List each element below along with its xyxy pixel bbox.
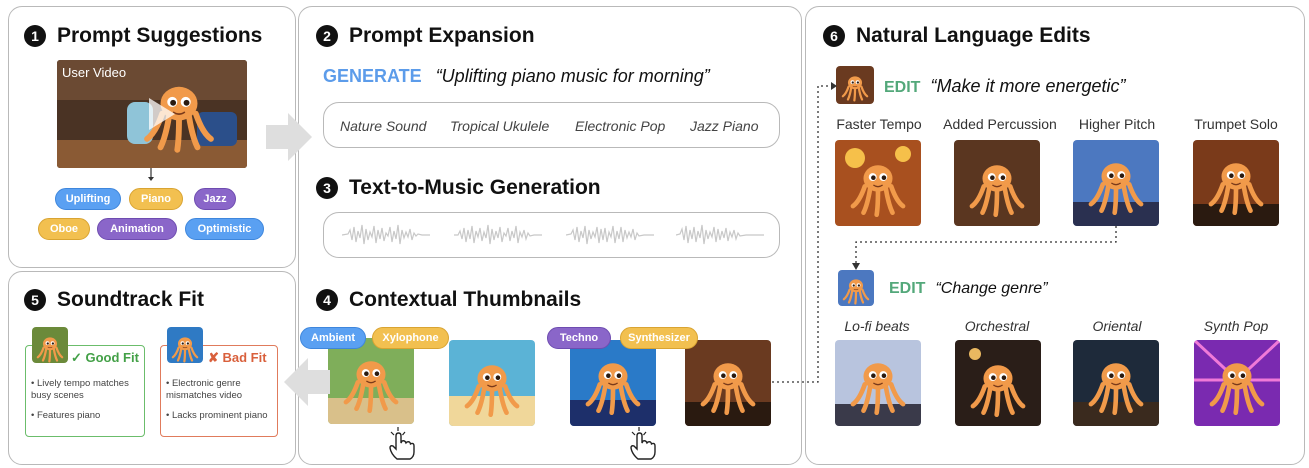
good-fit-thumbnail — [32, 327, 68, 363]
edit1-source-thumbnail — [836, 66, 874, 104]
variant-caption: Synth Pop — [1203, 318, 1269, 334]
panel-title-text-to-music: 3 Text-to-Music Generation — [316, 176, 601, 200]
tag-ambient[interactable]: Ambient — [300, 327, 366, 349]
bad-fit-label: ✘ Bad Fit — [208, 350, 267, 365]
variant-caption: Trumpet Solo — [1194, 116, 1278, 132]
bad-fit-bullet: Electronic genre mismatches video — [166, 378, 276, 402]
suggestion-electronic-pop[interactable]: Electronic Pop — [575, 118, 665, 134]
tag-jazz[interactable]: Jazz — [194, 188, 236, 210]
flow-arrow-right — [266, 113, 312, 161]
thumbnail-piano[interactable] — [685, 340, 771, 426]
dotted-connector-edit-to-edit — [852, 226, 1117, 270]
thumbnail-techno-synthesizer[interactable] — [570, 340, 656, 426]
variant-caption: Higher Pitch — [1078, 116, 1156, 132]
variant-lofi-beats[interactable] — [835, 340, 921, 426]
tag-piano[interactable]: Piano — [129, 188, 183, 210]
edit2-prompt: “Change genre” — [935, 280, 1048, 297]
variant-caption: Faster Tempo — [836, 116, 922, 132]
tag-uplifting[interactable]: Uplifting — [55, 188, 121, 210]
panel-title-contextual-thumbnails: 4 Contextual Thumbnails — [316, 288, 581, 312]
tag-synthesizer[interactable]: Synthesizer — [620, 327, 698, 349]
tag-oboe[interactable]: Oboe — [38, 218, 90, 240]
waveform-4[interactable] — [676, 222, 764, 248]
edit2-source-thumbnail — [838, 270, 874, 306]
suggestion-tropical-ukulele[interactable]: Tropical Ukulele — [450, 118, 549, 134]
generate-prompt: “Uplifting piano music for morning” — [435, 66, 710, 86]
down-arrow — [148, 168, 154, 181]
generate-row: GENERATE “Uplifting piano music for morn… — [323, 66, 710, 87]
variant-trumpet-solo[interactable] — [1193, 140, 1279, 226]
step-number: 6 — [823, 25, 845, 47]
panel-title-prompt-expansion: 2 Prompt Expansion — [316, 24, 535, 48]
pointer-hand-icon — [389, 427, 415, 460]
variant-caption: Lo-fi beats — [844, 318, 910, 334]
variant-caption: Oriental — [1092, 318, 1142, 334]
tag-optimistic[interactable]: Optimistic — [185, 218, 264, 240]
variant-caption: Orchestral — [964, 318, 1030, 334]
variant-added-percussion[interactable] — [954, 140, 1040, 226]
dotted-connector-thumbnail-to-edit — [772, 82, 837, 383]
bad-fit-bullets: Electronic genre mismatches video Lacks … — [166, 378, 276, 430]
edit2-row: EDIT “Change genre” — [889, 280, 1048, 298]
variant-oriental[interactable] — [1073, 340, 1159, 426]
thumbnail-ukulele[interactable] — [449, 340, 535, 426]
good-fit-bullet: Lively tempo matches busy scenes — [31, 378, 143, 402]
panel-title-soundtrack-fit: 5 Soundtrack Fit — [24, 288, 204, 312]
pointer-hand-icon — [630, 427, 656, 460]
panel-title-natural-language-edits: 6 Natural Language Edits — [823, 24, 1091, 48]
step-number: 5 — [24, 289, 46, 311]
variant-faster-tempo[interactable] — [835, 140, 921, 226]
variant-synth-pop[interactable] — [1194, 340, 1280, 426]
thumbnail-ambient-xylophone[interactable] — [328, 338, 414, 424]
flow-arrow-left — [284, 358, 330, 406]
edit1-prompt: “Make it more energetic” — [930, 76, 1126, 96]
suggestion-nature-sound[interactable]: Nature Sound — [340, 118, 426, 134]
waveform-2[interactable] — [454, 222, 542, 248]
edit1-row: EDIT “Make it more energetic” — [884, 76, 1126, 97]
tag-animation[interactable]: Animation — [97, 218, 177, 240]
good-fit-label: ✓ Good Fit — [71, 350, 139, 365]
good-fit-bullets: Lively tempo matches busy scenes Feature… — [31, 378, 143, 430]
video-label: User Video — [62, 65, 127, 80]
step-number: 1 — [24, 25, 46, 47]
variant-higher-pitch[interactable] — [1073, 140, 1159, 226]
bad-fit-bullet: Lacks prominent piano — [166, 410, 276, 422]
panel-title-prompt-suggestions: 1 Prompt Suggestions — [24, 24, 262, 48]
variant-orchestral[interactable] — [955, 340, 1041, 426]
generate-keyword: GENERATE — [323, 66, 422, 86]
good-fit-bullet: Features piano — [31, 410, 143, 422]
waveform-1[interactable] — [342, 222, 430, 248]
edit2-keyword: EDIT — [889, 280, 926, 297]
variant-caption: Added Percussion — [943, 116, 1057, 132]
step-number: 3 — [316, 177, 338, 199]
waveform-3[interactable] — [566, 222, 654, 248]
step-number: 2 — [316, 25, 338, 47]
suggestion-jazz-piano[interactable]: Jazz Piano — [690, 118, 758, 134]
tag-xylophone[interactable]: Xylophone — [372, 327, 449, 349]
edit1-keyword: EDIT — [884, 79, 921, 96]
bad-fit-thumbnail — [167, 327, 203, 363]
step-number: 4 — [316, 289, 338, 311]
tag-techno[interactable]: Techno — [547, 327, 611, 349]
